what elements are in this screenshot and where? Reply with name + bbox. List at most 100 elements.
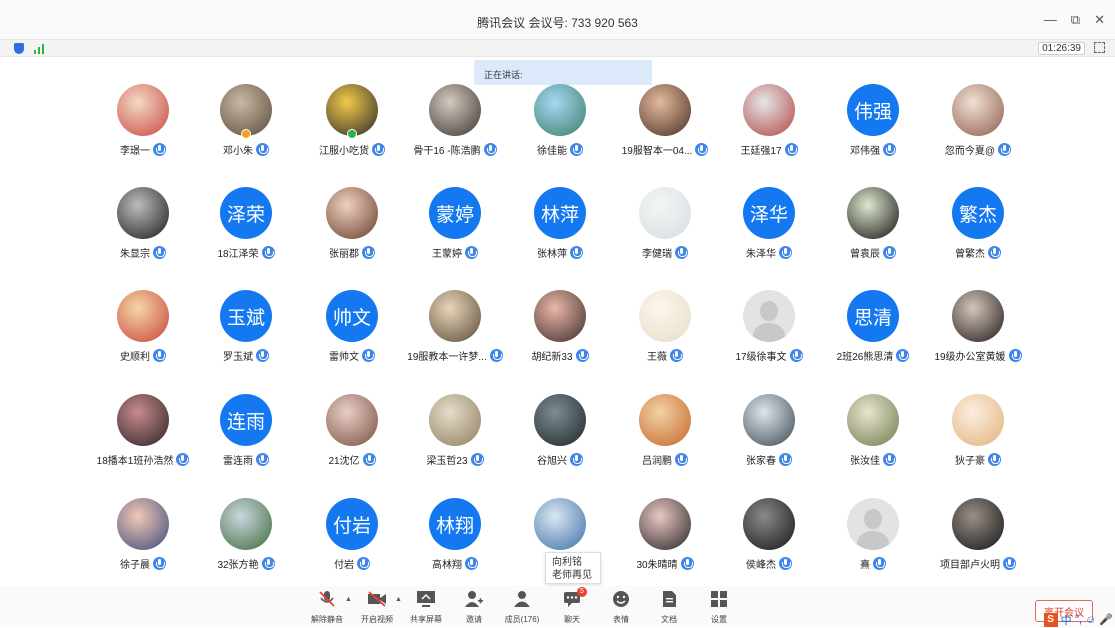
microphone-icon	[256, 143, 269, 156]
participant-tile[interactable]: 繁杰 曾繁杰	[925, 177, 1031, 267]
close-button[interactable]: ✕	[1094, 12, 1105, 28]
participant-tile[interactable]: 邓小朱	[193, 74, 299, 164]
participant-name: 雷帅文	[329, 352, 359, 363]
minimize-button[interactable]: —	[1044, 12, 1057, 28]
participant-tile[interactable]: 32张方艳	[193, 488, 299, 578]
share-screen-button[interactable]: 共享屏幕	[403, 590, 449, 626]
ime-mic-icon[interactable]: 🎤	[1099, 613, 1113, 626]
signal-icon[interactable]	[34, 43, 44, 54]
members-button[interactable]: 成员(176)	[499, 590, 545, 626]
ime-emoji-icon[interactable]: ☺	[1085, 614, 1096, 626]
participant-tile[interactable]: 徐佳能	[507, 74, 613, 164]
ime-language[interactable]: 中	[1061, 612, 1072, 628]
ime-punctuation-icon[interactable]: °,	[1075, 614, 1082, 626]
start-video-button[interactable]: 开启视频	[354, 590, 400, 626]
ime-toolbar[interactable]: S 中 °, ☺ 🎤	[1043, 612, 1113, 628]
microphone-icon	[784, 143, 798, 156]
participant-name-row: 18播本1班孙浩然	[90, 452, 196, 467]
start-video-label: 开启视频	[361, 615, 393, 624]
audio-options-caret-icon[interactable]: ▲	[345, 596, 352, 603]
participant-tile[interactable]: 19级办公室黄媛	[925, 280, 1031, 370]
participant-name-row: 王蒙婷	[402, 245, 508, 260]
participant-tile[interactable]: 21沈亿	[299, 384, 405, 474]
participant-name: 熹	[860, 560, 870, 571]
window-title: 腾讯会议 会议号: 733 920 563	[477, 16, 638, 30]
avatar	[117, 290, 169, 342]
participant-tile[interactable]: 李健瑞	[612, 177, 718, 267]
microphone-icon	[789, 349, 803, 362]
participant-tile[interactable]: 侯峰杰	[716, 488, 822, 578]
avatar: 繁杰	[952, 187, 1004, 239]
participant-tile[interactable]: 梁玉哲23	[402, 384, 508, 474]
participant-tile[interactable]: 泽荣 18江泽荣	[193, 177, 299, 267]
participant-tile[interactable]: 吕润鹏	[612, 384, 718, 474]
microphone-icon	[779, 453, 792, 466]
participant-tile[interactable]: 忽而今夏@	[925, 74, 1031, 164]
participant-tile[interactable]: 王廷强17	[716, 74, 822, 164]
participant-name: 骨干16 -陈浩鹏	[413, 146, 481, 157]
participant-tile[interactable]: 18播本1班孙浩然	[90, 384, 196, 474]
microphone-icon	[680, 557, 694, 570]
participant-tile[interactable]: 徐子晨	[90, 488, 196, 578]
participant-name: 史顺利	[120, 352, 150, 363]
participant-tile[interactable]: 史顺利	[90, 280, 196, 370]
members-icon	[512, 590, 532, 608]
unmute-button[interactable]: 解除静音	[304, 590, 350, 626]
restore-button[interactable]: ⧉	[1071, 12, 1080, 28]
participant-name-row: 熹	[820, 556, 926, 571]
avatar	[952, 498, 1004, 550]
participant-name: 曾袁辰	[850, 249, 880, 260]
participant-tile[interactable]: 狄子豪	[925, 384, 1031, 474]
participant-tile[interactable]: 17级徐事文	[716, 280, 822, 370]
invite-button[interactable]: 邀请	[451, 590, 497, 626]
status-badge	[347, 129, 357, 139]
participant-tile[interactable]: 胡纪新33	[507, 280, 613, 370]
participant-name-row: 狄子豪	[925, 452, 1031, 467]
participant-tile[interactable]: 思清 2班26熊思清	[820, 280, 926, 370]
participant-tile[interactable]: 付岩 付岩	[299, 488, 405, 578]
participant-name: 32张方艳	[217, 560, 259, 571]
avatar	[534, 84, 586, 136]
avatar	[952, 394, 1004, 446]
microphone-icon	[357, 557, 370, 570]
participant-name: 李璟一	[120, 146, 150, 157]
participant-tile[interactable]: 谷旭兴	[507, 384, 613, 474]
participant-tile[interactable]: 玉斌 罗玉斌	[193, 280, 299, 370]
participant-tile[interactable]: 连雨 雷连雨	[193, 384, 299, 474]
participant-tile[interactable]: 张汝佳	[820, 384, 926, 474]
participant-tile[interactable]: 林翔 高林翔	[402, 488, 508, 578]
video-options-caret-icon[interactable]: ▲	[395, 596, 402, 603]
participant-tile[interactable]: 伟强 邓伟强	[820, 74, 926, 164]
microphone-icon	[570, 143, 583, 156]
avatar: 林萍	[534, 187, 586, 239]
participant-name: 张林萍	[537, 249, 567, 260]
participant-tile[interactable]: 泽华 朱泽华	[716, 177, 822, 267]
participant-tile[interactable]: 项目部卢火明	[925, 488, 1031, 578]
participant-name: 胡纪新33	[531, 352, 573, 363]
participant-tile[interactable]: 熹	[820, 488, 926, 578]
avatar	[743, 498, 795, 550]
participant-tile[interactable]: 林萍 张林萍	[507, 177, 613, 267]
fullscreen-icon[interactable]	[1094, 42, 1105, 53]
participant-tile[interactable]: 19服教本一许梦...	[402, 280, 508, 370]
participant-tile[interactable]: 张家春	[716, 384, 822, 474]
participant-tile[interactable]: 王薇	[612, 280, 718, 370]
shield-icon[interactable]	[14, 43, 24, 54]
participant-tile[interactable]: 30朱晴晴	[612, 488, 718, 578]
participant-tile[interactable]: 蒙婷 王蒙婷	[402, 177, 508, 267]
participant-tile[interactable]: 19服智本一04...	[612, 74, 718, 164]
participant-name-row: 张家春	[716, 452, 822, 467]
participant-name: 忽而今夏@	[944, 146, 996, 157]
participant-tile[interactable]: 张丽郡	[299, 177, 405, 267]
chat-button[interactable]: 5 聊天	[549, 587, 595, 626]
participant-tile[interactable]: 帅文 雷帅文	[299, 280, 405, 370]
emoji-button[interactable]: 表情	[598, 590, 644, 626]
participant-tile[interactable]: 江服小吃货	[299, 74, 405, 164]
docs-button[interactable]: 文档	[646, 590, 692, 626]
settings-button[interactable]: 设置	[696, 590, 742, 626]
participant-tile[interactable]: 骨干16 -陈浩鹏	[402, 74, 508, 164]
participant-name-row: 曾袁辰	[820, 245, 926, 260]
participant-tile[interactable]: 曾袁辰	[820, 177, 926, 267]
participant-tile[interactable]: 李璟一	[90, 74, 196, 164]
participant-tile[interactable]: 朱显宗	[90, 177, 196, 267]
